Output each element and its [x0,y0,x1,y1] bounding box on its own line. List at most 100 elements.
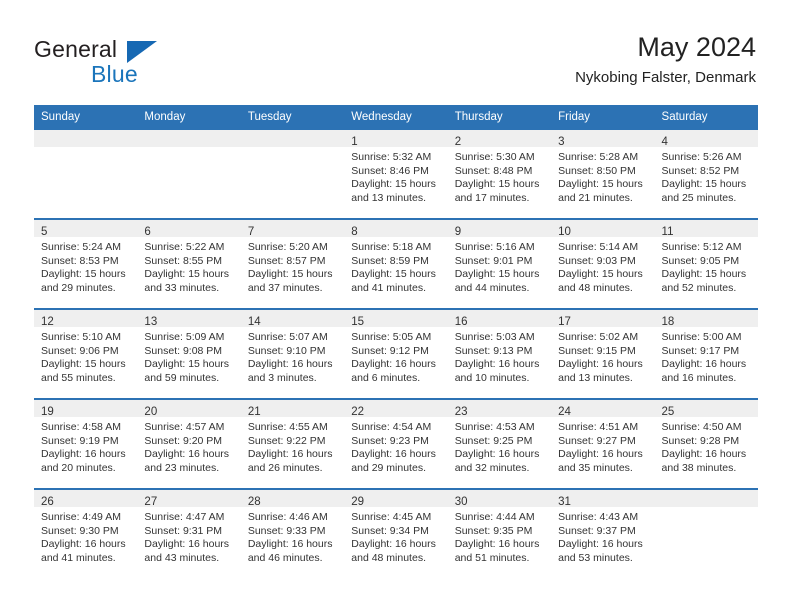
calendar-day-cell[interactable]: 28 Sunrise: 4:46 AM Sunset: 9:33 PM Dayligh… [240,488,345,578]
day-details: Sunrise: 5:32 AM Sunset: 8:46 PM Daylight:… [344,147,447,205]
sunset-text: Sunset: 9:17 PM [661,344,740,357]
day-number-band [34,130,138,147]
calendar-day-cell[interactable]: 4 Sunrise: 5:26 AM Sunset: 8:52 PM Daylight… [654,128,758,219]
calendar-day-cell[interactable]: 1 Sunrise: 5:32 AM Sunset: 8:46 PM Daylight… [344,128,448,219]
calendar-day-cell[interactable]: 2 Sunrise: 5:30 AM Sunset: 8:48 PM Daylight… [447,128,552,219]
sunrise-text: Sunrise: 4:57 AM [144,421,225,433]
daylight-text-line2: and 25 minutes. [661,191,737,204]
daylight-text-line1: Daylight: 16 hours [454,358,540,371]
day-number: 5 [41,226,48,238]
sunrise-text: Sunrise: 5:03 AM [454,331,535,343]
sunrise-text: Sunrise: 4:45 AM [351,511,432,523]
daylight-text-line2: and 20 minutes. [41,461,116,474]
day-details: Sunrise: 5:03 AM Sunset: 9:13 PM Daylight:… [448,327,551,385]
calendar-day-cell[interactable]: 20 Sunrise: 4:57 AM Sunset: 9:20 PM Dayligh… [137,398,241,489]
calendar-cell-empty [34,128,138,219]
calendar-day-cell[interactable]: 3 Sunrise: 5:28 AM Sunset: 8:50 PM Daylight… [551,128,655,219]
sunrise-text: Sunrise: 4:50 AM [661,421,742,433]
sunrise-text: Sunrise: 4:55 AM [247,421,328,433]
day-number-band: 20 [137,400,241,418]
calendar-day-cell[interactable]: 10 Sunrise: 5:14 AM Sunset: 9:03 PM Dayligh… [551,218,655,309]
day-number: 4 [661,136,668,148]
day-details: Sunrise: 5:14 AM Sunset: 9:03 PM Daylight:… [551,237,654,295]
calendar-day-cell[interactable]: 15 Sunrise: 5:05 AM Sunset: 9:12 PM Dayligh… [344,308,448,399]
calendar-day-cell[interactable]: 11 Sunrise: 5:12 AM Sunset: 9:05 PM Dayligh… [654,218,758,309]
calendar-cell-empty [137,128,241,219]
sunrise-text: Sunrise: 5:32 AM [351,151,432,163]
day-details: Sunrise: 5:00 AM Sunset: 9:17 PM Daylight:… [655,327,758,385]
calendar-day-cell[interactable]: 30 Sunrise: 4:44 AM Sunset: 9:35 PM Dayligh… [447,488,552,578]
daylight-text-line2: and 51 minutes. [454,551,530,564]
daylight-text-line2: and 13 minutes. [351,191,426,204]
sunrise-text: Sunrise: 5:05 AM [351,331,432,343]
day-number: 24 [558,406,571,418]
calendar-day-cell[interactable]: 9 Sunrise: 5:16 AM Sunset: 9:01 PM Daylight… [447,218,552,309]
calendar-day-cell[interactable]: 31 Sunrise: 4:43 AM Sunset: 9:37 PM Dayligh… [551,488,655,578]
day-details: Sunrise: 4:50 AM Sunset: 9:28 PM Daylight:… [655,417,758,475]
day-number: 6 [144,226,151,238]
calendar-day-cell[interactable]: 16 Sunrise: 5:03 AM Sunset: 9:13 PM Dayligh… [447,308,552,399]
day-number: 16 [454,316,468,328]
day-number: 15 [351,316,365,328]
day-number-band: 1 [344,130,448,148]
calendar-day-cell[interactable]: 27 Sunrise: 4:47 AM Sunset: 9:31 PM Dayligh… [137,488,241,578]
sunrise-text: Sunrise: 5:24 AM [41,241,121,253]
calendar-day-cell[interactable]: 29 Sunrise: 4:45 AM Sunset: 9:34 PM Dayligh… [344,488,448,578]
day-details: Sunrise: 5:16 AM Sunset: 9:01 PM Daylight:… [448,237,551,295]
day-details: Sunrise: 4:54 AM Sunset: 9:23 PM Daylight:… [344,417,447,475]
daylight-text-line2: and 16 minutes. [661,371,737,384]
sunset-text: Sunset: 9:08 PM [144,344,223,357]
day-number-band: 30 [447,490,552,508]
calendar-day-cell[interactable]: 6 Sunrise: 5:22 AM Sunset: 8:55 PM Daylight… [137,218,241,309]
calendar-week-row: 12 Sunrise: 5:10 AM Sunset: 9:06 PM Dayligh… [34,308,758,399]
calendar-day-cell[interactable]: 22 Sunrise: 4:54 AM Sunset: 9:23 PM Dayligh… [344,398,448,489]
sunrise-text: Sunrise: 4:54 AM [351,421,432,433]
calendar-day-cell[interactable]: 19 Sunrise: 4:58 AM Sunset: 9:19 PM Dayligh… [34,398,138,489]
calendar-day-cell[interactable]: 21 Sunrise: 4:55 AM Sunset: 9:22 PM Dayligh… [240,398,345,489]
day-number-band: 9 [447,220,552,238]
daylight-text-line2: and 23 minutes. [144,461,220,474]
daylight-text-line1: Daylight: 15 hours [247,268,333,281]
calendar-cell-empty [240,128,345,219]
sunset-text: Sunset: 9:19 PM [41,434,119,447]
sunrise-text: Sunrise: 5:28 AM [558,151,639,163]
sunrise-text: Sunrise: 5:20 AM [247,241,328,253]
calendar-day-cell[interactable]: 5 Sunrise: 5:24 AM Sunset: 8:53 PM Daylight… [34,218,138,309]
calendar-day-cell[interactable]: 14 Sunrise: 5:07 AM Sunset: 9:10 PM Dayligh… [240,308,345,399]
calendar-day-cell[interactable]: 24 Sunrise: 4:51 AM Sunset: 9:27 PM Dayligh… [551,398,655,489]
calendar-day-cell[interactable]: 8 Sunrise: 5:18 AM Sunset: 8:59 PM Daylight… [344,218,448,309]
daylight-text-line2: and 6 minutes. [351,371,421,384]
calendar-day-cell[interactable]: 7 Sunrise: 5:20 AM Sunset: 8:57 PM Daylight… [240,218,345,309]
daylight-text-line1: Daylight: 15 hours [454,268,540,281]
day-number: 18 [661,316,675,328]
daylight-text-line2: and 29 minutes. [41,281,116,294]
day-number-band: 22 [344,400,448,418]
general-blue-logo[interactable]: General Blue [34,36,214,88]
calendar-day-cell[interactable]: 13 Sunrise: 5:09 AM Sunset: 9:08 PM Dayligh… [137,308,241,399]
sunset-text: Sunset: 9:35 PM [454,524,533,537]
calendar-day-cell[interactable]: 12 Sunrise: 5:10 AM Sunset: 9:06 PM Dayligh… [34,308,138,399]
calendar-day-cell[interactable]: 25 Sunrise: 4:50 AM Sunset: 9:28 PM Dayligh… [654,398,758,489]
day-number-band: 25 [654,400,758,418]
day-details: Sunrise: 5:05 AM Sunset: 9:12 PM Daylight:… [344,327,447,385]
calendar-day-cell[interactable]: 23 Sunrise: 4:53 AM Sunset: 9:25 PM Dayligh… [447,398,552,489]
daylight-text-line2: and 48 minutes. [351,551,426,564]
sunset-text: Sunset: 9:31 PM [144,524,223,537]
day-number: 14 [247,316,261,328]
day-number-band: 7 [240,220,345,238]
daylight-text-line2: and 48 minutes. [558,281,633,294]
sunset-text: Sunset: 9:34 PM [351,524,429,537]
daylight-text-line1: Daylight: 15 hours [144,358,230,371]
sunset-text: Sunset: 9:27 PM [558,434,636,447]
calendar-day-cell[interactable]: 26 Sunrise: 4:49 AM Sunset: 9:30 PM Dayligh… [34,488,138,578]
weekday-header-thursday: Thursday [447,105,552,129]
day-number-band: 4 [654,130,758,148]
calendar-day-cell[interactable]: 17 Sunrise: 5:02 AM Sunset: 9:15 PM Dayligh… [551,308,655,399]
daylight-text-line2: and 26 minutes. [247,461,323,474]
calendar-day-cell[interactable]: 18 Sunrise: 5:00 AM Sunset: 9:17 PM Dayligh… [654,308,758,399]
daylight-text-line2: and 44 minutes. [454,281,530,294]
sunset-text: Sunset: 8:59 PM [351,254,429,267]
day-number: 7 [247,226,255,238]
day-details: Sunrise: 5:26 AM Sunset: 8:52 PM Daylight:… [655,147,758,205]
daylight-text-line1: Daylight: 16 hours [247,538,333,551]
